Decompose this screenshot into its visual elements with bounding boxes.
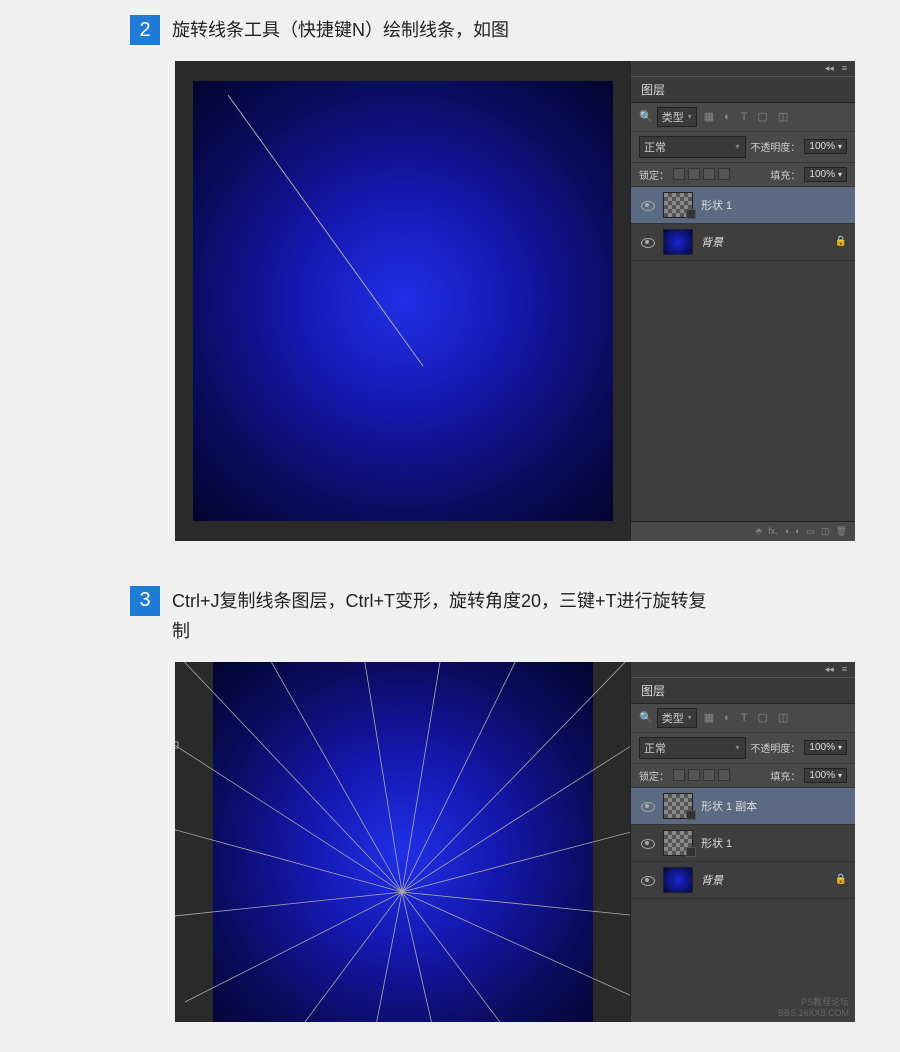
layer-thumbnail xyxy=(663,830,693,856)
layer-name: 背景 xyxy=(701,872,827,888)
panel-title: 图层 xyxy=(631,76,855,103)
visibility-toggle[interactable] xyxy=(639,799,655,813)
panel-footer: ⬘ fx. ◑ ◐ ▭ ◫ 🗑 xyxy=(631,521,855,541)
lock-row: 锁定： 填充： 100%▾ xyxy=(631,163,855,187)
filter-adjustment-icon[interactable]: ◐ xyxy=(721,110,734,124)
menu-icon[interactable]: ≡ xyxy=(842,63,847,73)
step-3: 3 Ctrl+J复制线条图层，Ctrl+T变形，旋转角度20，三键+T进行旋转复… xyxy=(0,571,900,1022)
visibility-toggle[interactable] xyxy=(639,198,655,212)
layer-shape-1[interactable]: 形状 1 xyxy=(631,825,855,862)
folder-icon[interactable]: ▭ xyxy=(807,526,816,537)
new-layer-icon[interactable]: ◫ xyxy=(821,526,830,537)
collapse-icon[interactable]: ◂◂ xyxy=(825,63,834,74)
step-header: 3 Ctrl+J复制线条图层，Ctrl+T变形，旋转角度20，三键+T进行旋转复… xyxy=(0,571,900,662)
search-icon[interactable]: 🔍 xyxy=(639,711,653,724)
search-icon[interactable]: 🔍 xyxy=(639,110,653,123)
canvas-area[interactable] xyxy=(175,61,630,541)
layer-background[interactable]: 背景 🔒 xyxy=(631,224,855,261)
lock-label: 锁定： xyxy=(639,768,669,783)
panel-title: 图层 xyxy=(631,677,855,704)
layer-shape-1[interactable]: 形状 1 xyxy=(631,187,855,224)
menu-icon[interactable]: ≡ xyxy=(842,664,847,674)
link-layers-icon[interactable]: ⬘ xyxy=(755,526,762,537)
filter-adjustment-icon[interactable]: ◐ xyxy=(721,711,734,725)
step-2: 2 旋转线条工具（快捷键N）绘制线条，如图 ◂◂ ≡ 图层 🔍 类型 ▾ xyxy=(0,0,900,541)
layer-name: 形状 1 xyxy=(701,835,847,851)
opacity-label: 不透明度： xyxy=(750,139,800,154)
blend-row: 正常 ▾ 不透明度： 100%▾ xyxy=(631,132,855,163)
blend-mode-dropdown[interactable]: 正常 ▾ xyxy=(639,737,746,759)
panel-header-controls: ◂◂ ≡ xyxy=(631,61,855,76)
filter-smart-icon[interactable]: ◫ xyxy=(775,710,791,725)
filter-type-dropdown[interactable]: 类型 ▾ xyxy=(657,708,697,728)
filter-pixel-icon[interactable]: ▦ xyxy=(701,109,717,124)
filter-row: 🔍 类型 ▾ ▦ ◐ T ▢ ◫ xyxy=(631,103,855,132)
opacity-value[interactable]: 100%▾ xyxy=(804,740,847,755)
visibility-toggle[interactable] xyxy=(639,873,655,887)
screenshot-step2: ◂◂ ≡ 图层 🔍 类型 ▾ ▦ ◐ T ▢ ◫ 正常 ▾ xyxy=(175,61,855,541)
lock-icon: 🔒 xyxy=(835,874,847,885)
canvas-blue-gradient xyxy=(193,81,613,521)
layer-list: 形状 1 背景 🔒 xyxy=(631,187,855,261)
filter-type-icon[interactable]: T xyxy=(738,711,751,725)
visibility-toggle[interactable] xyxy=(639,836,655,850)
layer-list: 形状 1 副本 形状 1 背景 🔒 xyxy=(631,788,855,899)
opacity-label: 不透明度： xyxy=(750,740,800,755)
layer-thumbnail xyxy=(663,192,693,218)
layers-panel: ◂◂ ≡ 图层 🔍 类型 ▾ ▦ ◐ T ▢ ◫ 正常 ▾ xyxy=(630,662,855,1022)
layer-name: 背景 xyxy=(701,234,827,250)
layer-shape-1-copy[interactable]: 形状 1 副本 xyxy=(631,788,855,825)
fill-value[interactable]: 100%▾ xyxy=(804,167,847,182)
lock-label: 锁定： xyxy=(639,167,669,182)
filter-type-dropdown[interactable]: 类型 ▾ xyxy=(657,107,697,127)
visibility-toggle[interactable] xyxy=(639,235,655,249)
step-instruction: 旋转线条工具（快捷键N）绘制线条，如图 xyxy=(172,15,509,46)
collapse-icon[interactable]: ◂◂ xyxy=(825,664,834,675)
step-instruction: Ctrl+J复制线条图层，Ctrl+T变形，旋转角度20，三键+T进行旋转复制 xyxy=(172,586,712,647)
fill-label: 填充： xyxy=(770,167,800,182)
panel-header-controls: ◂◂ ≡ xyxy=(631,662,855,677)
lock-icon: 🔒 xyxy=(835,236,847,247)
mask-icon[interactable]: ◑ xyxy=(784,526,789,536)
layers-panel: ◂◂ ≡ 图层 🔍 类型 ▾ ▦ ◐ T ▢ ◫ 正常 ▾ xyxy=(630,61,855,541)
fx-icon[interactable]: fx. xyxy=(768,526,778,536)
layer-thumbnail xyxy=(663,793,693,819)
layer-background[interactable]: 背景 🔒 xyxy=(631,862,855,899)
blend-row: 正常 ▾ 不透明度： 100%▾ xyxy=(631,733,855,764)
trash-icon[interactable]: 🗑 xyxy=(836,526,847,537)
fill-label: 填充： xyxy=(770,768,800,783)
layer-thumbnail xyxy=(663,229,693,255)
lock-icons[interactable] xyxy=(673,769,730,781)
step-number-badge: 3 xyxy=(130,586,160,616)
step-header: 2 旋转线条工具（快捷键N）绘制线条，如图 xyxy=(0,0,900,61)
opacity-value[interactable]: 100%▾ xyxy=(804,139,847,154)
layer-thumbnail xyxy=(663,867,693,893)
layer-name: 形状 1 副本 xyxy=(701,798,847,814)
fill-value[interactable]: 100%▾ xyxy=(804,768,847,783)
screenshot-step3: ◂◂ ≡ 图层 🔍 类型 ▾ ▦ ◐ T ▢ ◫ 正常 ▾ xyxy=(175,662,855,1022)
watermark: PS教程论坛 BBS.16XX8.COM xyxy=(778,997,849,1019)
filter-pixel-icon[interactable]: ▦ xyxy=(701,710,717,725)
filter-type-icon[interactable]: T xyxy=(738,110,751,124)
step-number-badge: 2 xyxy=(130,15,160,45)
filter-smart-icon[interactable]: ◫ xyxy=(775,109,791,124)
line-drawing xyxy=(193,81,613,521)
lock-icons[interactable] xyxy=(673,168,730,180)
blend-mode-dropdown[interactable]: 正常 ▾ xyxy=(639,136,746,158)
radial-lines xyxy=(175,662,630,1022)
layer-name: 形状 1 xyxy=(701,197,847,213)
adjustment-icon[interactable]: ◐ xyxy=(795,526,800,536)
lock-row: 锁定： 填充： 100%▾ xyxy=(631,764,855,788)
filter-shape-icon[interactable]: ▢ xyxy=(755,109,771,124)
filter-shape-icon[interactable]: ▢ xyxy=(755,710,771,725)
canvas-area[interactable] xyxy=(175,662,630,1022)
filter-row: 🔍 类型 ▾ ▦ ◐ T ▢ ◫ xyxy=(631,704,855,733)
